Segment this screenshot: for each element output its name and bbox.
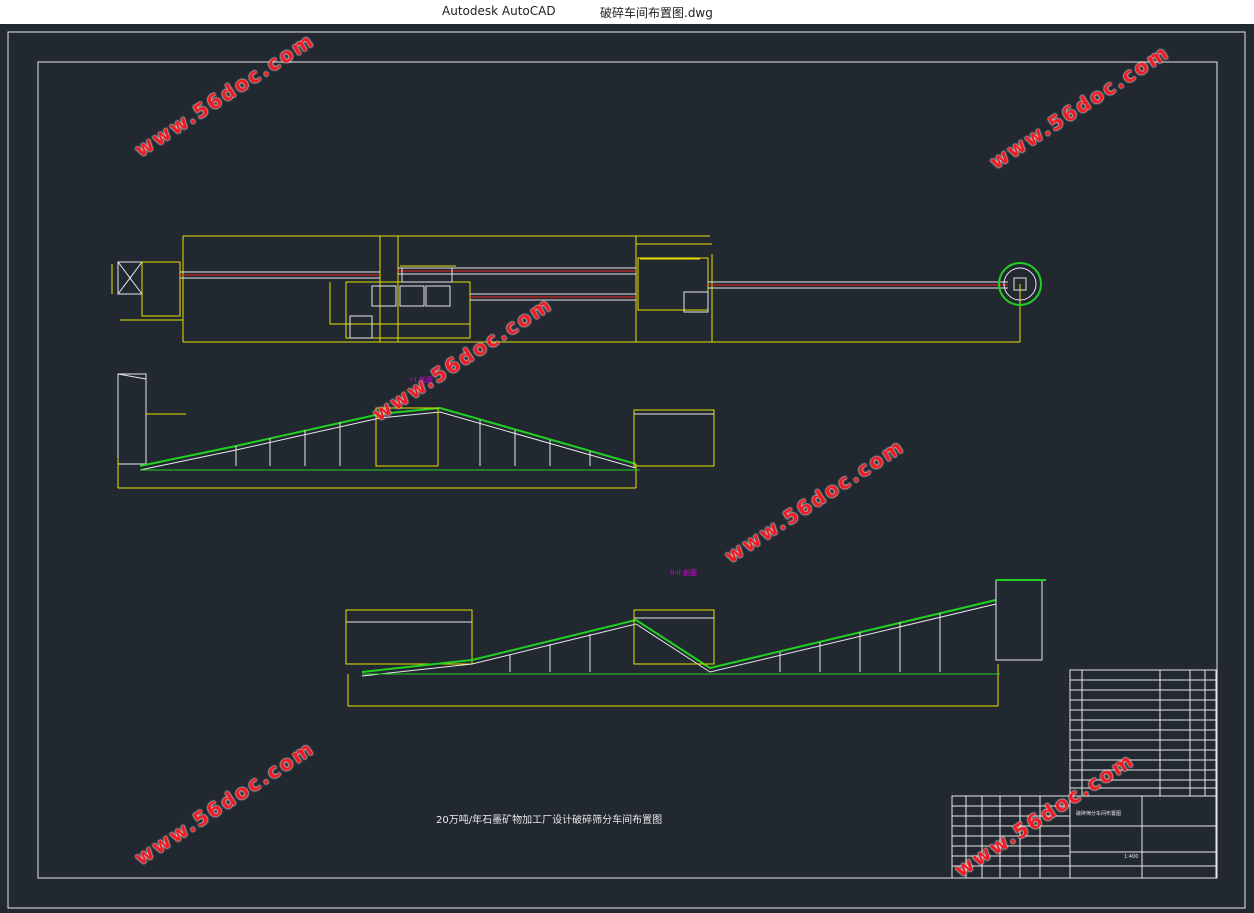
app-name: Autodesk AutoCAD — [442, 4, 556, 18]
plan-view — [111, 235, 1042, 343]
title-block-name: 破碎筛分车间布置图 — [1076, 811, 1122, 817]
drawing-title: 20万吨/年石墨矿物加工厂设计破碎筛分车间布置图 — [436, 815, 663, 826]
window-title-bar: Autodesk AutoCAD 破碎车间布置图.dwg — [0, 0, 1254, 24]
title-block-scale: 1:400 — [1124, 854, 1139, 860]
section-2 — [345, 579, 1046, 707]
cad-drawing — [7, 31, 1246, 909]
file-name: 破碎车间布置图.dwg — [600, 6, 713, 20]
drawing-canvas[interactable]: I-I 剖面 II-II 剖面 破碎筛分车间布置图 1:400 20万吨/年石墨… — [0, 24, 1254, 913]
section-2-label: II-II 剖面 — [670, 569, 698, 577]
